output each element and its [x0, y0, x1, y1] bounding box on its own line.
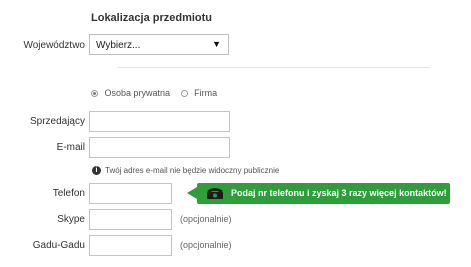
- radio-unchecked-icon[interactable]: [180, 90, 188, 97]
- phone-promo-banner: Podaj nr telefonu i zyskaj 3 razy więcej…: [197, 183, 450, 204]
- telephone-icon: [207, 188, 223, 199]
- radio-private-person-label: Osoba prywatna: [104, 88, 171, 98]
- dropdown-arrow-icon: ▼: [212, 39, 221, 49]
- gadugadu-optional-note: (opcjonalnie): [180, 240, 232, 250]
- seller-input[interactable]: [89, 111, 230, 132]
- email-label: E-mail: [56, 142, 85, 153]
- promo-arrow: [187, 187, 197, 199]
- voivodeship-select[interactable]: Wybierz... ▼: [89, 34, 229, 55]
- gadugadu-input[interactable]: [89, 235, 172, 256]
- gadugadu-label: Gadu-Gadu: [32, 240, 85, 251]
- promo-text: Podaj nr telefonu i zyskaj 3 razy więcej…: [231, 188, 447, 198]
- radio-checked-icon[interactable]: [91, 90, 98, 97]
- radio-company-label: Firma: [194, 88, 218, 98]
- section-title: Lokalizacja przedmiotu: [91, 12, 213, 24]
- info-icon: i: [92, 166, 101, 176]
- skype-label: Skype: [57, 214, 85, 225]
- phone-input[interactable]: [89, 183, 172, 204]
- radio-company[interactable]: Firma: [180, 88, 218, 98]
- seller-type-radio-group: Osoba prywatna Firma: [91, 88, 217, 98]
- voivodeship-select-value: Wybierz...: [96, 40, 141, 51]
- phone-label: Telefon: [52, 188, 85, 199]
- email-input[interactable]: [89, 137, 230, 158]
- email-hint-text: Twój adres e-mail nie będzie widoczny pu…: [105, 166, 280, 175]
- radio-private-person[interactable]: Osoba prywatna: [91, 88, 173, 98]
- seller-label: Sprzedający: [29, 116, 85, 127]
- skype-optional-note: (opcjonalnie): [180, 214, 232, 224]
- voivodeship-label: Województwo: [23, 40, 85, 51]
- skype-input[interactable]: [89, 209, 172, 230]
- divider: [118, 67, 430, 68]
- email-hint: i Twój adres e-mail nie będzie widoczny p…: [92, 166, 280, 176]
